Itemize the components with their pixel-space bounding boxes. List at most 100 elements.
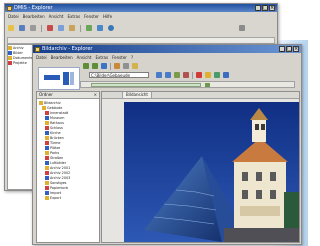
close-button[interactable]: × (269, 5, 275, 11)
folder-icon (45, 150, 49, 155)
folder-icon (8, 50, 12, 55)
folder-icon (45, 180, 49, 185)
copy-icon[interactable] (58, 25, 64, 31)
minimize-button[interactable]: _ (255, 5, 261, 11)
globe-icon[interactable] (108, 25, 114, 31)
close-panel-icon[interactable]: × (94, 93, 97, 97)
home-icon[interactable] (114, 63, 120, 69)
back-menubar: Datei Bearbeiten Ansicht Extras Fenster … (5, 13, 277, 19)
app-icon (7, 5, 12, 11)
info-icon[interactable] (223, 72, 229, 78)
menu-item[interactable]: Extras (67, 14, 80, 19)
menu-item[interactable]: Datei (8, 14, 19, 19)
folder-icon (45, 185, 49, 190)
menu-item[interactable]: Fenster (84, 14, 99, 19)
tab-viewer[interactable]: Bildansicht (122, 92, 152, 98)
folder-icon (45, 125, 49, 130)
tree-item-label: Papierkorb (50, 185, 69, 190)
folder-icon (45, 145, 49, 150)
image-viewer: Bildansicht (101, 91, 300, 243)
brand-logo (38, 67, 80, 90)
front-toolbar-top (80, 62, 301, 70)
building-window (270, 190, 276, 199)
tree-item-label: Archiv 2001 (50, 165, 71, 170)
crop-icon[interactable] (183, 72, 189, 78)
rotate-icon[interactable] (174, 72, 180, 78)
zoom-in-icon[interactable] (156, 72, 162, 78)
open-icon[interactable] (8, 25, 14, 31)
menu-item[interactable]: Bearbeiten (51, 55, 73, 60)
folder-icon (8, 60, 12, 65)
upload-icon[interactable] (97, 25, 103, 31)
building-window (270, 172, 276, 181)
folder-icon (45, 175, 49, 180)
front-window: Bildarchiv - Explorer _ □ × Datei Bearbe… (32, 44, 302, 245)
search-input[interactable] (91, 83, 201, 87)
toolbar-separator (41, 24, 42, 32)
back-toolbar (5, 21, 277, 35)
back-window-title: DMIS - Explorer (14, 5, 53, 11)
star-icon[interactable] (205, 72, 211, 78)
folder-icon (45, 165, 49, 170)
building-photo (124, 102, 299, 242)
tree-item-label: Schloss (50, 125, 63, 130)
viewer-tabbar: Bildansicht (102, 92, 299, 99)
print-icon[interactable] (123, 63, 129, 69)
folder-icon (45, 190, 49, 195)
tree-item-label: Gebäude (47, 105, 63, 110)
paste-icon[interactable] (69, 25, 75, 31)
menu-item[interactable]: Hilfe (103, 14, 112, 19)
save-icon[interactable] (19, 25, 25, 31)
folder-icon (45, 160, 49, 165)
print-icon[interactable] (30, 25, 36, 31)
menu-item[interactable]: ? (131, 55, 133, 60)
folder-panel: Ordner × Bildarchiv Gebäude Innenstadt Muse… (36, 91, 100, 243)
folder-icon (45, 110, 49, 115)
tree-item-label: Museum (50, 115, 65, 120)
cut-icon[interactable] (47, 25, 53, 31)
toolbar-separator (110, 62, 111, 70)
refresh-icon[interactable] (101, 63, 107, 69)
settings-icon[interactable] (239, 25, 245, 31)
close-button[interactable]: × (293, 46, 299, 52)
tower-window (255, 124, 259, 130)
tree-item-label: Bildarchiv (44, 100, 61, 105)
maximize-button[interactable]: □ (262, 5, 268, 11)
app-icon (35, 46, 40, 52)
tree-item-label: Innenstadt (50, 110, 69, 115)
tree-item-label: Export (50, 195, 62, 200)
menu-item[interactable]: Fenster (112, 55, 127, 60)
menu-item[interactable]: Ansicht (49, 14, 64, 19)
folder-icon (45, 135, 49, 140)
folder-icon (45, 120, 49, 125)
tag-icon[interactable] (214, 72, 220, 78)
folder-panel-header: Ordner × (37, 92, 99, 99)
zoom-out-icon[interactable] (165, 72, 171, 78)
folder-panel-title: Ordner (39, 92, 53, 97)
back-address-strip (7, 37, 275, 44)
menu-item[interactable]: Datei (36, 55, 47, 60)
mail-icon[interactable] (132, 63, 138, 69)
minimize-button[interactable]: _ (279, 46, 285, 52)
search-icon[interactable] (86, 25, 92, 31)
tree-item-label: Luftbilder (50, 160, 67, 165)
menu-item[interactable]: Extras (95, 55, 108, 60)
maximize-button[interactable]: □ (286, 46, 292, 52)
front-window-titlebar: Bildarchiv - Explorer _ □ × (33, 45, 301, 53)
flag-icon[interactable] (196, 72, 202, 78)
building-window (242, 172, 248, 181)
folder-icon (8, 45, 12, 50)
tree-item[interactable]: Export (39, 195, 97, 200)
tree-item-label: Archiv 2002 (50, 170, 71, 175)
forward-icon[interactable] (92, 63, 98, 69)
folder-icon (45, 115, 49, 120)
tree-item-label: Straßen (50, 155, 64, 160)
tree-item-label: Sonstiges (50, 180, 67, 185)
search-icon[interactable] (205, 83, 210, 87)
search-bar (80, 81, 295, 88)
back-icon[interactable] (83, 63, 89, 69)
menu-item[interactable]: Ansicht (77, 55, 92, 60)
menu-item[interactable]: Bearbeiten (23, 14, 45, 19)
tree-item-label: Plätze (50, 145, 61, 150)
address-field[interactable]: C:\Bilder\Gebaeude (89, 72, 149, 78)
